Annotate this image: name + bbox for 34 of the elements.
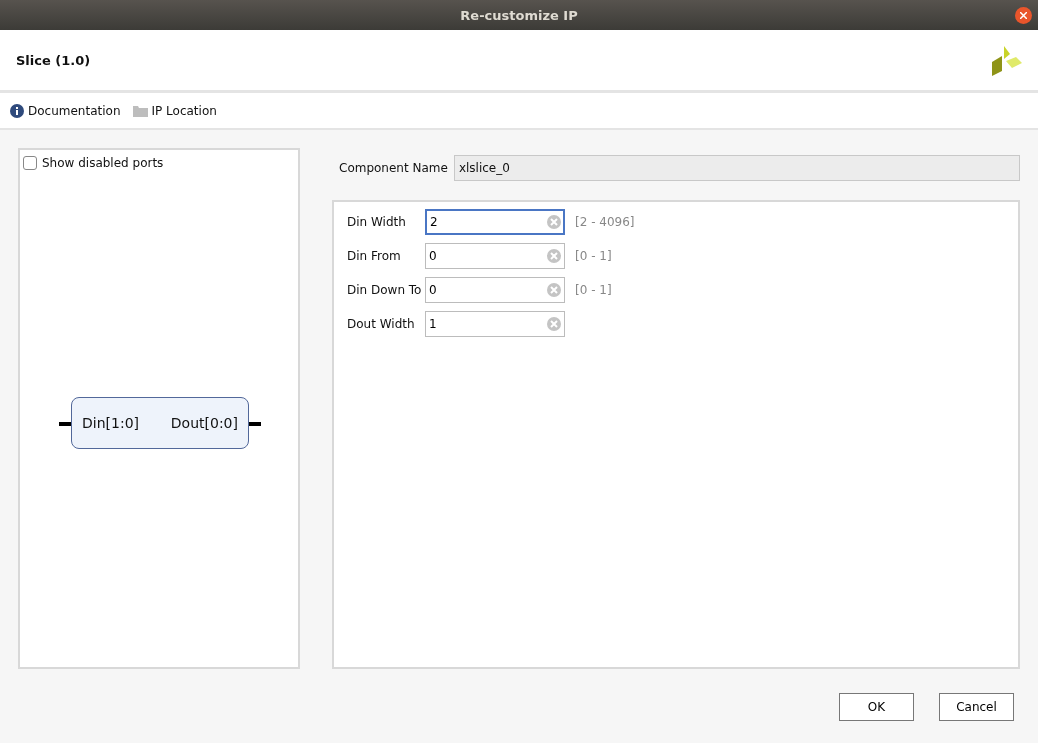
port-label: Din[1:0]: [82, 415, 139, 431]
toolbar-link[interactable]: IP Location: [132, 103, 217, 118]
checkbox[interactable]: [23, 156, 37, 170]
ip-title: Slice (1.0): [16, 52, 91, 68]
field-label: Component Name: [339, 161, 448, 175]
dialog-button[interactable]: OK: [839, 693, 914, 721]
param-label: Dout Width: [347, 317, 416, 331]
param-field[interactable]: 0: [425, 243, 565, 269]
close-icon: [1020, 12, 1027, 19]
port-stub: [59, 422, 71, 426]
param-label: Din Width: [347, 215, 407, 229]
toolbar-link[interactable]: Documentation: [10, 103, 121, 118]
checkbox-label: Show disabled ports: [42, 156, 164, 170]
close-button[interactable]: [1015, 7, 1032, 24]
clear-icon[interactable]: [546, 316, 562, 332]
range-hint: [2 - 4096]: [575, 215, 635, 229]
logo-icon: [990, 44, 1022, 76]
param-field[interactable]: 2: [425, 209, 565, 235]
range-hint: [0 - 1]: [575, 249, 612, 263]
component-name-field[interactable]: xlslice_0: [453, 155, 1020, 181]
clear-icon[interactable]: [546, 282, 562, 298]
info-icon: [10, 103, 24, 118]
range-hint: [0 - 1]: [575, 283, 612, 297]
window-title: Re-customize IP: [460, 7, 578, 23]
clear-icon[interactable]: [546, 248, 562, 264]
clear-icon[interactable]: [546, 214, 562, 230]
param-field[interactable]: 1: [425, 311, 565, 337]
folder-icon: [132, 104, 148, 117]
port-label: Dout[0:0]: [170, 415, 238, 431]
port-stub: [249, 422, 261, 426]
param-field[interactable]: 0: [425, 277, 565, 303]
dialog-button[interactable]: Cancel: [939, 693, 1014, 721]
param-label: Din From: [347, 249, 402, 263]
param-label: Din Down To: [347, 283, 423, 297]
